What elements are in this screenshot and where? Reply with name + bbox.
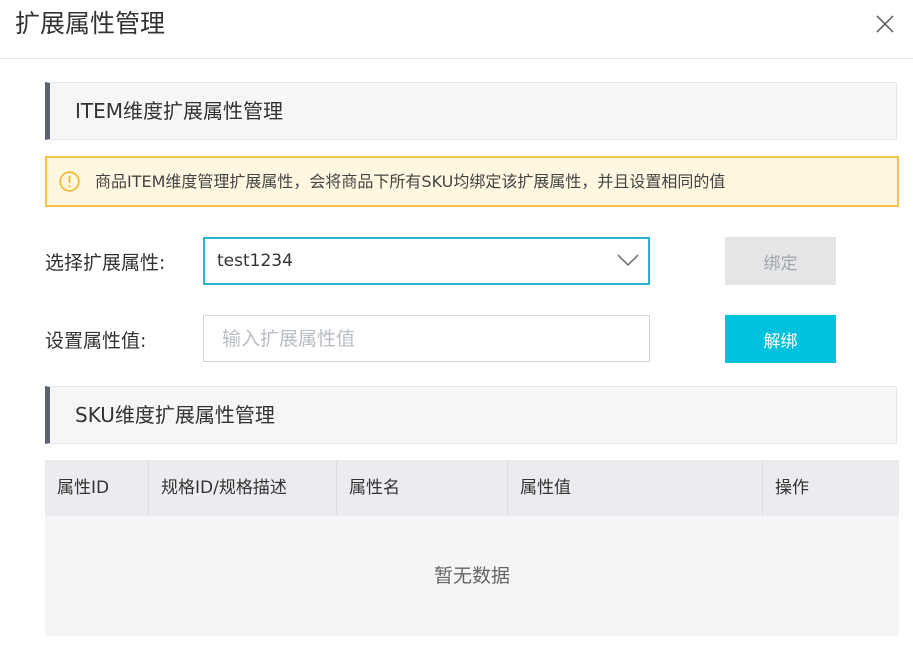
- info-alert: 商品ITEM维度管理扩展属性，会将商品下所有SKU均绑定该扩展属性，并且设置相同…: [45, 156, 899, 207]
- dialog-title: 扩展属性管理: [15, 9, 166, 38]
- column-header-actions: 操作: [775, 478, 809, 498]
- warning-circle-icon: [59, 171, 80, 192]
- column-header-spec-id: 规格ID/规格描述: [149, 460, 337, 516]
- sku-table-header: 属性ID 规格ID/规格描述 属性名 属性值 操作: [45, 460, 899, 516]
- item-section-title: ITEM维度扩展属性管理: [75, 99, 284, 123]
- extended-attribute-dialog: 扩展属性管理 ITEM维度扩展属性管理 商品ITEM维度管理扩展属性，会将商品下…: [0, 0, 913, 662]
- select-attribute-label: 选择扩展属性:: [45, 252, 166, 274]
- sku-section-header: SKU维度扩展属性管理: [45, 386, 897, 444]
- attribute-select[interactable]: test1234: [203, 237, 650, 285]
- unbind-button[interactable]: 解绑: [725, 315, 836, 363]
- set-value-label: 设置属性值:: [45, 330, 147, 352]
- alert-text: 商品ITEM维度管理扩展属性，会将商品下所有SKU均绑定该扩展属性，并且设置相同…: [95, 172, 726, 191]
- sku-table-body: 暂无数据: [45, 516, 899, 636]
- item-section-header: ITEM维度扩展属性管理: [45, 82, 897, 140]
- sku-section-title: SKU维度扩展属性管理: [75, 403, 275, 427]
- dialog-header: 扩展属性管理: [0, 0, 913, 59]
- attribute-value-input[interactable]: [203, 315, 650, 362]
- empty-state-text: 暂无数据: [433, 565, 510, 587]
- bind-button[interactable]: 绑定: [725, 237, 836, 285]
- attribute-select-value: test1234: [217, 251, 293, 271]
- chevron-down-icon: [616, 251, 640, 269]
- close-icon[interactable]: [873, 12, 897, 36]
- column-header-attribute-id: 属性ID: [45, 460, 149, 516]
- column-header-attribute-value: 属性值: [508, 460, 763, 516]
- column-header-attribute-name: 属性名: [337, 460, 508, 516]
